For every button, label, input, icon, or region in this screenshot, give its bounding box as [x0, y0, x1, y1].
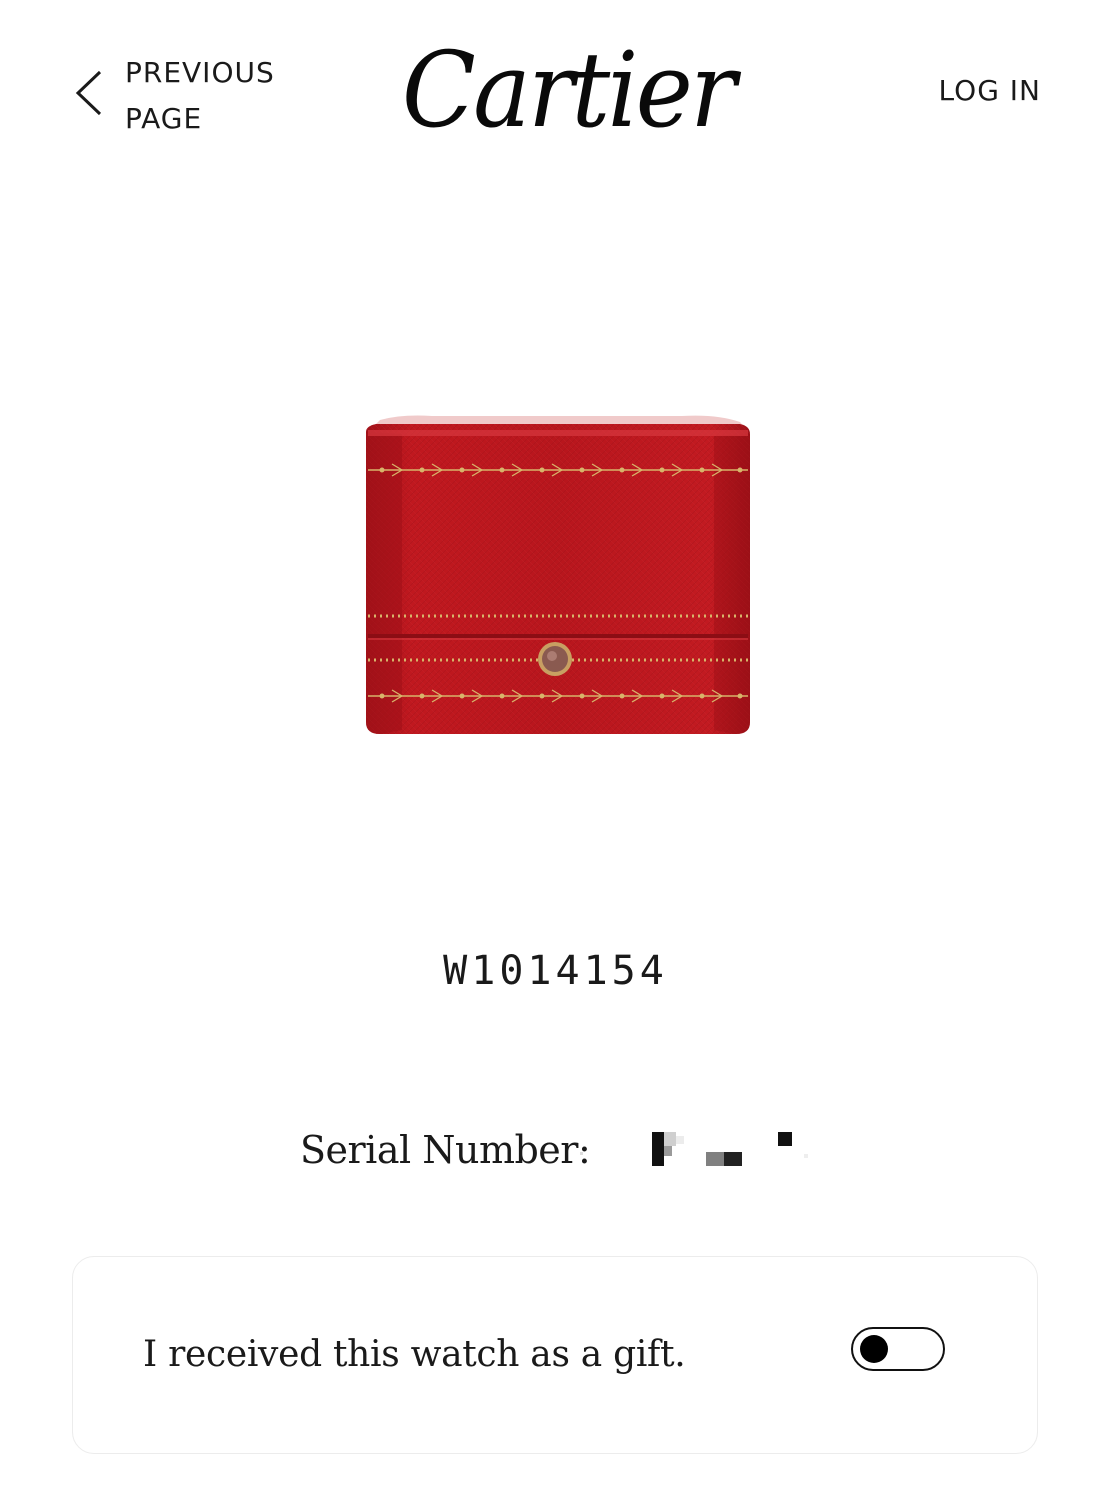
previous-page-link[interactable]: PREVIOUS PAGE [72, 46, 312, 142]
gift-label: I received this watch as a gift. [143, 1334, 686, 1375]
serial-number-label: Serial Number: [300, 1128, 591, 1172]
login-link[interactable]: LOG IN [939, 72, 1041, 110]
previous-page-label-line1: PREVIOUS [125, 56, 275, 89]
serial-number-redacted [572, 1128, 832, 1178]
red-cartier-box-image [366, 415, 750, 734]
gift-toggle[interactable] [851, 1327, 945, 1371]
toggle-knob [860, 1335, 888, 1363]
serial-number-row: Serial Number: [300, 1122, 860, 1182]
chevron-left-icon [75, 70, 102, 116]
previous-page-label: PREVIOUS PAGE [125, 50, 305, 142]
watch-reference: W1014154 [443, 948, 668, 994]
cartier-logo: Cartier [401, 29, 736, 151]
previous-page-label-line2: PAGE [125, 102, 203, 135]
gift-card: I received this watch as a gift. [72, 1256, 1038, 1454]
